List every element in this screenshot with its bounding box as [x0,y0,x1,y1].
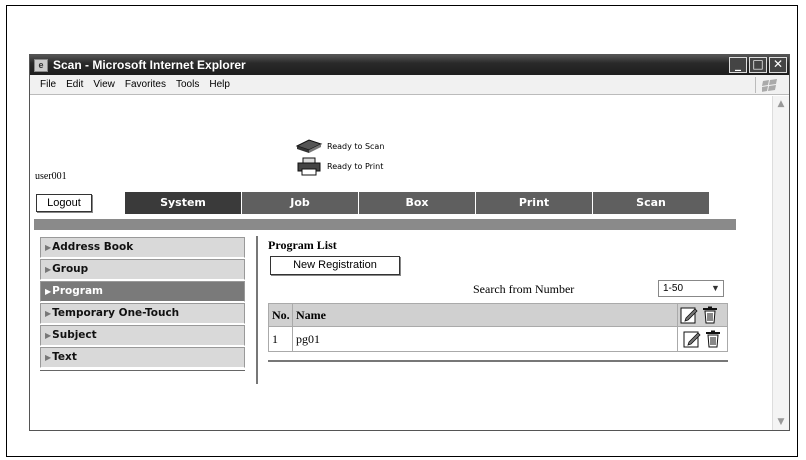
edit-icon [680,307,698,324]
windows-logo-icon [755,77,783,93]
menu-file[interactable]: File [40,79,56,90]
table-row: 1 pg01 [268,326,728,352]
user-name: user001 [35,171,67,182]
vertical-divider [256,236,258,384]
close-button[interactable]: ✕ [769,57,787,73]
triangle-right-icon: ▶ [45,353,52,362]
sidebar-divider [40,370,245,374]
page-content: Ready to Scan Ready to Print user001 Log… [30,96,772,430]
sidebar-item-group[interactable]: ▶Group [40,259,245,280]
tab-scan[interactable]: Scan [593,192,710,214]
print-status: Ready to Print [295,156,383,176]
tab-print[interactable]: Print [476,192,593,214]
tab-system[interactable]: System [125,192,242,214]
menu-bar: File Edit View Favorites Tools Help [30,75,789,95]
triangle-right-icon: ▶ [45,265,52,274]
table-bottom-rule [268,360,728,362]
page-title: Program List [268,238,337,252]
header-actions [677,303,728,327]
triangle-right-icon: ▶ [45,243,52,252]
sidebar-item-address-book[interactable]: ▶Address Book [40,237,245,258]
row-number: 1 [268,326,293,352]
scroll-up-icon[interactable]: ▲ [775,98,787,110]
triangle-right-icon: ▶ [45,309,52,318]
sidebar-item-label: Temporary One-Touch [52,307,180,319]
browser-window: e Scan - Microsoft Internet Explorer _ □… [29,54,790,431]
triangle-right-icon: ▶ [45,331,52,340]
logout-button[interactable]: Logout [36,194,92,212]
main-panel: Program List New Registration Search fro… [268,238,728,362]
program-table: No. Name 1 pg01 [268,303,728,352]
sidebar-item-subject[interactable]: ▶Subject [40,325,245,346]
chevron-down-icon[interactable]: ▼ [709,282,722,295]
range-select[interactable]: 1-50 ▼ [658,280,724,297]
row-name: pg01 [292,326,678,352]
window-controls: _ □ ✕ [729,57,787,73]
column-header-name: Name [292,303,678,327]
menu-tools[interactable]: Tools [176,79,199,90]
sidebar-item-text[interactable]: ▶Text [40,347,245,368]
scan-status: Ready to Scan [295,136,384,156]
edit-icon[interactable] [683,330,701,348]
triangle-right-icon: ▶ [45,287,52,296]
sidebar-item-label: Program [52,285,103,297]
menu-view[interactable]: View [93,79,115,90]
new-registration-button[interactable]: New Registration [270,256,400,275]
scroll-down-icon[interactable]: ▼ [775,416,787,428]
sidebar-item-program[interactable]: ▶Program [40,281,245,302]
sidebar: ▶Address Book ▶Group ▶Program ▶Temporary… [40,237,245,374]
main-tabs: System Job Box Print Scan [125,192,710,214]
title-bar: e Scan - Microsoft Internet Explorer _ □… [30,55,789,75]
menu-edit[interactable]: Edit [66,79,83,90]
sidebar-item-temporary-one-touch[interactable]: ▶Temporary One-Touch [40,303,245,324]
print-status-text: Ready to Print [327,161,384,171]
menu-favorites[interactable]: Favorites [125,79,166,90]
minimize-button[interactable]: _ [729,57,747,73]
row-actions [677,326,728,352]
scan-status-text: Ready to Scan [327,141,385,151]
tab-underline-bar [34,219,736,230]
ie-app-icon: e [34,58,48,72]
range-select-value: 1-50 [663,283,684,294]
column-header-no: No. [268,303,293,327]
sidebar-item-label: Subject [52,329,97,341]
scanner-icon [295,139,323,153]
search-from-number-label: Search from Number [473,282,575,296]
tab-job[interactable]: Job [242,192,359,214]
trash-icon[interactable] [704,330,722,348]
maximize-button[interactable]: □ [749,57,767,73]
vertical-scrollbar[interactable]: ▲ ▼ [772,96,789,430]
table-header-row: No. Name [268,303,728,327]
sidebar-item-label: Group [52,263,89,275]
sidebar-item-label: Address Book [52,241,134,253]
printer-icon [297,157,321,176]
window-title: Scan - Microsoft Internet Explorer [53,58,246,72]
trash-icon [703,306,717,324]
tab-box[interactable]: Box [359,192,476,214]
menu-help[interactable]: Help [209,79,230,90]
sidebar-item-label: Text [52,351,77,363]
